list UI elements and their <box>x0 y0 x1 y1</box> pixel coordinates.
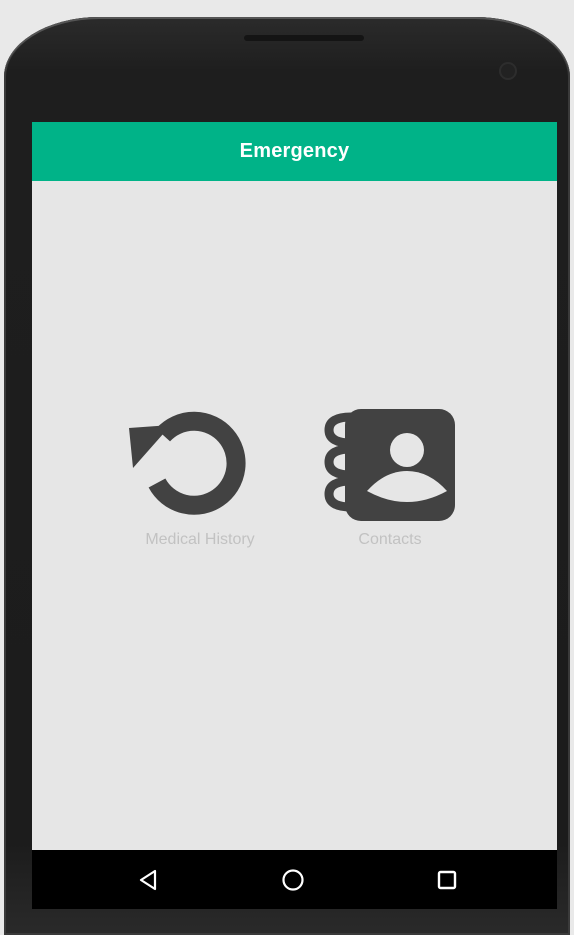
speaker-grille <box>244 35 364 41</box>
back-triangle-icon <box>139 869 157 890</box>
system-navigation-bar <box>32 850 557 909</box>
medical-history-button[interactable]: Medical History <box>120 403 280 549</box>
front-camera <box>499 62 517 80</box>
history-icon <box>129 411 246 515</box>
contacts-book-icon <box>324 409 455 521</box>
nav-back-button[interactable] <box>108 850 188 909</box>
app-bar: Emergency <box>32 122 557 181</box>
medical-history-label: Medical History <box>145 531 255 548</box>
nav-home-button[interactable] <box>253 850 333 909</box>
nav-recents-button[interactable] <box>407 850 487 909</box>
app-screen: Emergency Medical History Contacts <box>32 122 557 909</box>
device-frame: Emergency Medical History Contacts <box>0 0 574 935</box>
app-title: Emergency <box>239 140 350 162</box>
recents-square-icon <box>437 870 457 889</box>
contacts-button[interactable]: Contacts <box>310 403 470 549</box>
contacts-label: Contacts <box>358 531 422 548</box>
main-content: Medical History Contacts <box>32 181 557 850</box>
home-circle-icon <box>282 868 304 891</box>
